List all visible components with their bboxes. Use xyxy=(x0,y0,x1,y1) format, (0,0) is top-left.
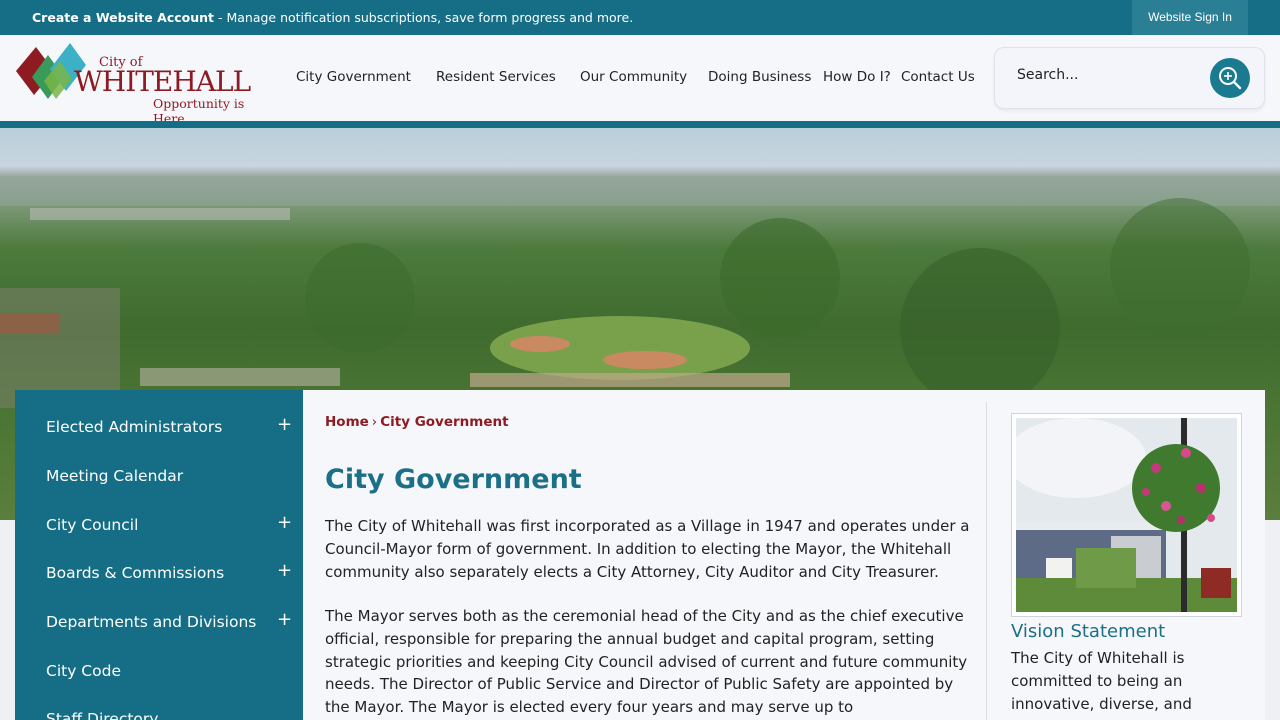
mayor-paragraph: The Mayor serves both as the ceremonial … xyxy=(325,607,968,717)
expand-icon[interactable]: + xyxy=(277,414,292,435)
nav-contact-us[interactable]: Contact Us xyxy=(901,69,975,85)
site-header: City of WHITEHALL Opportunity is Here Ci… xyxy=(0,35,1280,126)
page-title: City Government xyxy=(325,464,582,495)
city-logo[interactable]: City of WHITEHALL Opportunity is Here xyxy=(14,41,270,126)
vision-statement-link[interactable]: Vision Statement xyxy=(1011,621,1165,642)
sidebar-item-elected-administrators[interactable]: Elected Administrators + xyxy=(15,404,303,452)
content-divider xyxy=(986,402,987,720)
expand-icon[interactable]: + xyxy=(277,512,292,533)
breadcrumb-current[interactable]: City Government xyxy=(380,414,508,430)
main-content: Home › City Government City Government The… xyxy=(303,390,1265,720)
sidebar-item-label: Elected Administrators xyxy=(46,418,223,436)
sidebar-item-meeting-calendar[interactable]: Meeting Calendar xyxy=(15,453,303,501)
city-hall-flowers-image xyxy=(1016,418,1237,612)
sidebar-item-label: Departments and Divisions xyxy=(46,613,257,631)
search-input[interactable] xyxy=(1017,67,1192,83)
nav-our-community[interactable]: Our Community xyxy=(580,69,687,85)
sidebar-item-label: City Council xyxy=(46,516,139,534)
sidebar-item-label: Staff Directory xyxy=(46,710,159,720)
vision-photo xyxy=(1011,413,1242,617)
sidebar-nav: Elected Administrators + Meeting Calenda… xyxy=(15,390,303,720)
header-divider xyxy=(0,121,1280,128)
nav-how-do-i[interactable]: How Do I? xyxy=(823,69,891,85)
website-sign-in-button[interactable]: Website Sign In xyxy=(1132,0,1248,35)
nav-doing-business[interactable]: Doing Business xyxy=(708,69,811,85)
search-button[interactable] xyxy=(1210,58,1250,98)
account-description: - Manage notification subscriptions, sav… xyxy=(214,10,634,25)
sidebar-item-city-council[interactable]: City Council + xyxy=(15,502,303,550)
logo-city-name: WHITEHALL xyxy=(74,65,251,98)
breadcrumb-separator: › xyxy=(371,414,378,430)
sidebar-item-city-code[interactable]: City Code xyxy=(15,648,303,696)
intro-paragraph: The City of Whitehall was first incorpor… xyxy=(325,517,970,581)
search-box xyxy=(994,47,1265,109)
top-utility-bar: Create a Website Account - Manage notifi… xyxy=(0,0,1280,35)
sidebar-item-staff-directory[interactable]: Staff Directory xyxy=(15,696,303,720)
create-account-link[interactable]: Create a Website Account xyxy=(32,10,214,25)
sidebar-item-label: Meeting Calendar xyxy=(46,467,184,485)
breadcrumb: Home › City Government xyxy=(325,414,509,430)
sidebar-item-boards-commissions[interactable]: Boards & Commissions + xyxy=(15,550,303,598)
vision-statement-text: The City of Whitehall is committed to be… xyxy=(1011,649,1192,713)
expand-icon[interactable]: + xyxy=(277,609,292,630)
sidebar-item-label: Boards & Commissions xyxy=(46,564,225,582)
account-message: Create a Website Account - Manage notifi… xyxy=(32,10,633,25)
sidebar-item-label: City Code xyxy=(46,662,121,680)
nav-city-government[interactable]: City Government xyxy=(296,69,411,85)
expand-icon[interactable]: + xyxy=(277,560,292,581)
nav-resident-services[interactable]: Resident Services xyxy=(436,69,556,85)
sidebar-item-departments-divisions[interactable]: Departments and Divisions + xyxy=(15,599,303,647)
breadcrumb-home-link[interactable]: Home xyxy=(325,414,369,430)
search-icon xyxy=(1219,67,1242,90)
